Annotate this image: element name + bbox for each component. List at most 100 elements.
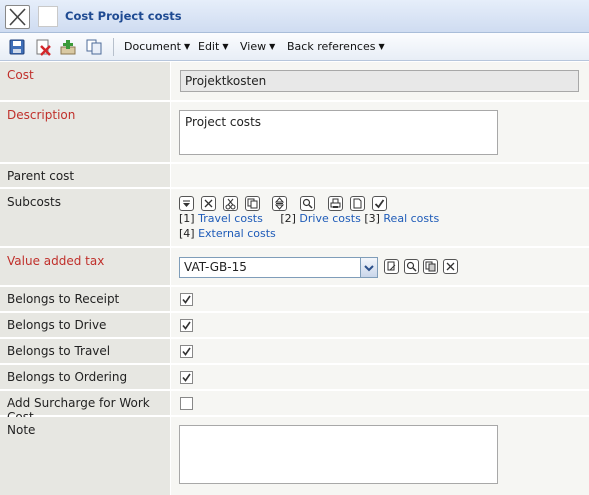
vat-label: Value added tax <box>7 254 105 268</box>
label-cell: Belongs to Receipt <box>0 287 171 311</box>
label-cell: Description <box>0 102 171 162</box>
form-row-cost: Cost Projektkosten <box>0 62 589 101</box>
note-field[interactable] <box>179 425 498 484</box>
search-icon[interactable] <box>404 259 419 274</box>
menu-document[interactable]: Document ▼ <box>124 40 190 53</box>
filter-icon[interactable] <box>179 196 194 211</box>
value-cell: VAT-GB-15 <box>171 248 589 285</box>
confirm-icon[interactable] <box>372 196 387 211</box>
note-label: Note <box>7 423 36 437</box>
form-row-parent-cost: Parent cost <box>0 164 589 188</box>
save-icon[interactable] <box>8 38 26 56</box>
cut-glyph <box>225 198 236 210</box>
parent-cost-label: Parent cost <box>7 169 75 183</box>
chevron-down-icon: ▼ <box>184 42 191 51</box>
checkmark-icon <box>182 321 191 330</box>
search-glyph <box>302 198 313 209</box>
toolbar: Document ▼ Edit ▼ View ▼ Back references ▼ <box>0 33 589 61</box>
menu-view[interactable]: View ▼ <box>240 40 275 53</box>
close-icon <box>9 8 26 26</box>
delete-icon[interactable] <box>34 38 52 56</box>
description-field[interactable]: Project costs <box>179 110 498 155</box>
move-glyph <box>274 197 285 210</box>
menu-document-label: Document <box>124 40 181 53</box>
chevron-down-icon: ▼ <box>269 42 276 51</box>
chevron-down-icon: ▼ <box>222 42 229 51</box>
menu-view-label: View <box>240 40 267 53</box>
subcost-number: [2] <box>280 212 296 225</box>
copy-icon[interactable] <box>85 38 103 56</box>
edit-glyph <box>387 261 396 271</box>
checkmark-icon <box>182 295 191 304</box>
clear-glyph <box>446 262 455 271</box>
subcost-link-external-costs[interactable]: External costs <box>198 227 276 240</box>
toolbar-separator <box>113 38 114 56</box>
form-row-belongs-receipt: Belongs to Receipt <box>0 287 589 312</box>
copy-glyph <box>425 261 436 272</box>
form-row-add-surcharge: Add Surcharge for Work Cost <box>0 391 589 424</box>
subcosts-list-line-1: [1] Travel costs [2] Drive costs [3] Rea… <box>179 212 439 225</box>
belongs-receipt-label: Belongs to Receipt <box>7 292 120 306</box>
remove-glyph <box>204 199 213 208</box>
menu-back-references-label: Back references <box>287 40 376 53</box>
subcost-number: [3] <box>364 212 380 225</box>
chevron-down-icon[interactable] <box>360 258 377 277</box>
document-icon <box>38 6 58 27</box>
label-cell: Value added tax <box>0 248 171 285</box>
chevron-down-icon: ▼ <box>378 42 385 51</box>
edit-icon[interactable] <box>384 259 399 274</box>
remove-icon[interactable] <box>201 196 216 211</box>
cost-field: Projektkosten <box>180 70 579 92</box>
copy-icon[interactable] <box>423 259 438 274</box>
menu-edit[interactable]: Edit ▼ <box>198 40 228 53</box>
print-icon[interactable] <box>328 196 343 211</box>
search-icon[interactable] <box>300 196 315 211</box>
cut-icon[interactable] <box>223 196 238 211</box>
subcosts-label: Subcosts <box>7 195 61 209</box>
value-cell <box>171 339 589 363</box>
label-cell: Add Surcharge for Work Cost <box>0 391 171 424</box>
belongs-drive-label: Belongs to Drive <box>7 318 107 332</box>
form-row-note: Note <box>0 417 589 495</box>
subcost-number: [4] <box>179 227 195 240</box>
form-row-vat: Value added tax VAT-GB-15 <box>0 248 589 286</box>
belongs-ordering-checkbox[interactable] <box>180 371 193 384</box>
confirm-glyph <box>374 199 385 209</box>
label-cell: Subcosts <box>0 189 171 246</box>
chevron-down-glyph <box>364 265 374 272</box>
value-cell <box>171 417 589 495</box>
label-cell: Parent cost <box>0 164 171 187</box>
copy-icon[interactable] <box>245 196 260 211</box>
subcost-number: [1] <box>179 212 195 225</box>
value-cell: Project costs <box>171 102 589 162</box>
search-glyph <box>406 261 417 272</box>
add-record-icon[interactable] <box>59 38 77 56</box>
menu-back-references[interactable]: Back references ▼ <box>287 40 385 53</box>
window-title: Cost Project costs <box>65 9 182 23</box>
filter-glyph <box>183 200 190 207</box>
value-cell: [1] Travel costs [2] Drive costs [3] Rea… <box>171 189 589 246</box>
belongs-drive-checkbox[interactable] <box>180 319 193 332</box>
move-icon[interactable] <box>272 196 287 211</box>
label-cell: Belongs to Ordering <box>0 365 171 389</box>
value-cell <box>171 164 589 187</box>
subcost-link-real-costs[interactable]: Real costs <box>383 212 439 225</box>
subcost-link-travel-costs[interactable]: Travel costs <box>198 212 263 225</box>
belongs-ordering-label: Belongs to Ordering <box>7 370 128 384</box>
belongs-travel-checkbox[interactable] <box>180 345 193 358</box>
subcost-link-drive-costs[interactable]: Drive costs <box>299 212 360 225</box>
close-button[interactable] <box>5 5 30 29</box>
menu-edit-label: Edit <box>198 40 220 53</box>
clear-icon[interactable] <box>443 259 458 274</box>
description-label: Description <box>7 108 76 122</box>
document-icon[interactable] <box>350 196 365 211</box>
title-bar: Cost Project costs <box>0 0 589 33</box>
label-cell: Belongs to Travel <box>0 339 171 363</box>
value-cell <box>171 365 589 389</box>
belongs-travel-label: Belongs to Travel <box>7 344 111 358</box>
vat-select[interactable]: VAT-GB-15 <box>179 257 378 278</box>
belongs-receipt-checkbox[interactable] <box>180 293 193 306</box>
form-row-subcosts: Subcosts [1] Travel costs [2] Drive cost… <box>0 189 589 247</box>
add-surcharge-checkbox[interactable] <box>180 397 193 410</box>
label-cell: Belongs to Drive <box>0 313 171 337</box>
